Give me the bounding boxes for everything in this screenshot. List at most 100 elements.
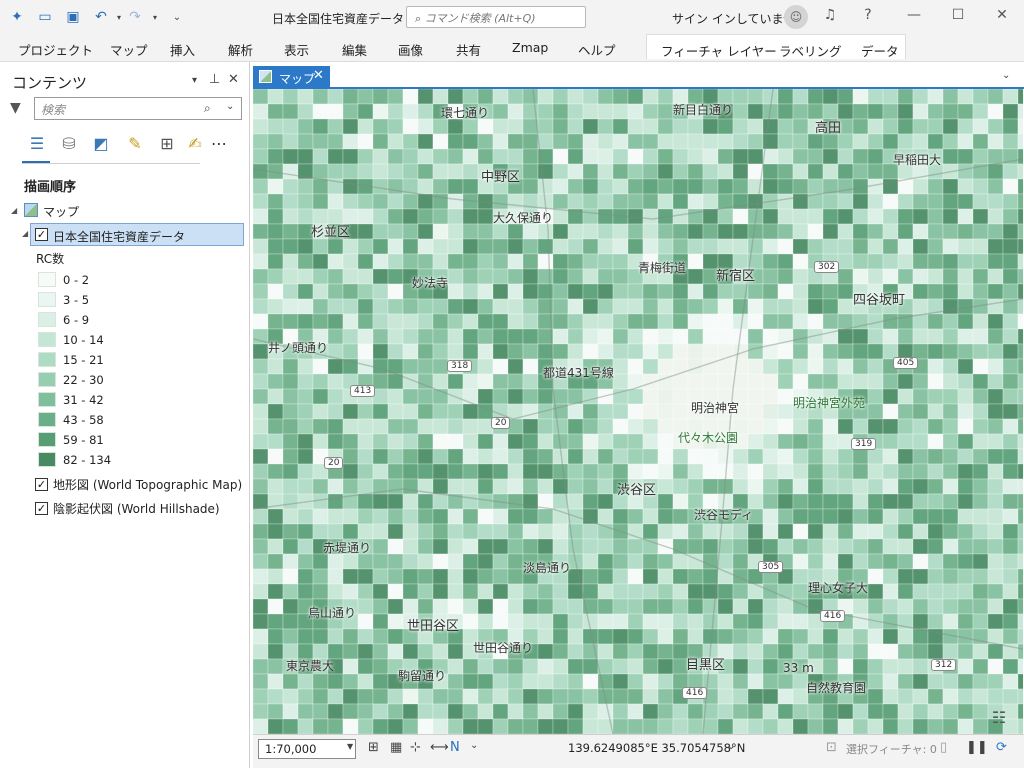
list-by-editing-icon[interactable]: ✎	[124, 132, 146, 154]
search-icon[interactable]: ⌕	[204, 101, 211, 116]
grid-cell	[253, 538, 269, 555]
tab-share[interactable]: 共有	[456, 40, 481, 59]
search-options-chevron-icon[interactable]: ⌄	[226, 101, 234, 112]
legend-swatch	[38, 272, 56, 287]
grid-cell	[567, 658, 584, 675]
chevron-down-icon[interactable]: ⌄	[470, 740, 478, 751]
window-title: 日本全国住宅資産データ	[272, 12, 405, 26]
tab-analysis[interactable]: 解析	[228, 40, 253, 59]
chevron-down-icon[interactable]: ▼	[347, 742, 353, 751]
grid-cell	[927, 328, 944, 345]
snapping-icon[interactable]: ⊹	[410, 740, 421, 755]
grid-cell	[927, 673, 944, 690]
basemap-topographic-label[interactable]: 地形図 (World Topographic Map)	[53, 476, 242, 493]
contents-search-input[interactable]: 検索	[34, 97, 242, 120]
minimize-icon[interactable]: —	[904, 7, 924, 23]
tab-feature-layer[interactable]: フィーチャ レイヤー	[661, 41, 777, 60]
grid-cell	[882, 613, 899, 630]
grid-cell	[912, 508, 929, 525]
map-node-label[interactable]: マップ	[43, 203, 79, 220]
map-canvas[interactable]: 中野区 杉並区 新宿区 四谷坂町 高田 渋谷区 世田谷区 目黒区 妙法寺 明治神宮 明治神宮外苑 代々…	[253, 89, 1023, 734]
grid-cell	[417, 688, 434, 705]
north-arrow-icon[interactable]: N	[450, 740, 460, 755]
grid-cell	[762, 313, 779, 330]
tab-view[interactable]: 表示	[284, 40, 309, 59]
tab-project[interactable]: プロジェクト	[18, 40, 93, 59]
list-by-data-source-icon[interactable]: ⛁	[58, 132, 80, 154]
grid-cell	[1017, 268, 1023, 285]
list-by-drawing-order-icon[interactable]: ☰	[26, 132, 48, 154]
topographic-checkbox[interactable]: ✓	[35, 478, 48, 491]
more-options-icon[interactable]: ⋯	[208, 132, 230, 154]
grid-cell	[402, 643, 419, 660]
filter-icon[interactable]: ▼	[10, 100, 21, 116]
grid-cell	[402, 403, 419, 420]
tab-zmap[interactable]: Zmap	[512, 40, 548, 55]
measure-icon[interactable]: ⟷	[430, 740, 449, 755]
layer-visibility-checkbox[interactable]: ✓	[35, 228, 48, 241]
customize-quick-access-icon[interactable]: ⌄	[168, 8, 186, 26]
grid-cell	[687, 298, 704, 315]
grid-cell	[537, 178, 554, 195]
map-legend-icon[interactable]: ☷	[988, 708, 1010, 730]
grid-icon[interactable]: ▦	[390, 740, 402, 755]
expand-map-icon[interactable]: ◢	[11, 206, 17, 215]
open-folder-icon[interactable]: ▭	[36, 8, 54, 26]
tab-map[interactable]: マップ	[110, 40, 148, 59]
new-project-icon[interactable]: ✦	[8, 8, 26, 26]
road-shield: 413	[350, 385, 376, 397]
grid-cell	[927, 523, 944, 540]
list-by-labeling-icon[interactable]: ✍	[184, 132, 206, 154]
tab-labeling[interactable]: ラベリング	[779, 41, 842, 60]
list-by-selection-icon[interactable]: ◩	[90, 132, 112, 154]
grid-cell	[627, 718, 644, 734]
command-search-input[interactable]: ⌕ コマンド検索 (Alt+Q)	[406, 6, 586, 28]
grid-cell	[867, 718, 884, 734]
grid-cell	[447, 268, 464, 285]
redo-icon[interactable]: ↷	[126, 8, 144, 26]
grid-cell	[492, 343, 509, 360]
fixed-zoom-icon[interactable]: ⊞	[368, 740, 379, 755]
list-by-snapping-icon[interactable]: ⊞	[156, 132, 178, 154]
coordinate-format-chevron-icon[interactable]: ⌄	[727, 741, 735, 752]
tab-help[interactable]: ヘルプ	[578, 40, 616, 59]
grid-cell	[792, 208, 809, 225]
grid-cell	[852, 163, 869, 180]
maximize-icon[interactable]: ☐	[948, 7, 968, 23]
close-icon[interactable]: ✕	[313, 68, 324, 83]
pin-icon[interactable]: ⊥	[209, 72, 220, 87]
grid-cell	[372, 568, 389, 585]
tab-map-view[interactable]: マップ ✕	[253, 66, 330, 87]
close-icon[interactable]: ✕	[992, 7, 1012, 23]
pause-drawing-icon[interactable]: ❚❚	[966, 740, 988, 755]
pane-close-icon[interactable]: ✕	[228, 72, 239, 87]
pane-options-icon[interactable]: ▾	[192, 75, 197, 86]
undo-icon[interactable]: ↶	[92, 8, 110, 26]
notification-bell-icon[interactable]: ♫	[820, 7, 840, 23]
refresh-selection-icon[interactable]: ▯	[940, 740, 947, 755]
grid-cell	[327, 163, 344, 180]
scale-select[interactable]: 1:70,000	[258, 739, 356, 759]
save-icon[interactable]: ▣	[64, 8, 82, 26]
tab-imagery[interactable]: 画像	[398, 40, 423, 59]
grid-cell	[417, 643, 434, 660]
chevron-down-icon[interactable]: ⌄	[1002, 70, 1010, 81]
grid-cell	[297, 478, 314, 495]
refresh-icon[interactable]: ⟳	[996, 740, 1007, 755]
help-icon[interactable]: ?	[858, 7, 878, 23]
expand-layer-icon[interactable]: ◢	[22, 229, 28, 238]
grid-cell	[717, 598, 734, 615]
grid-cell	[777, 403, 794, 420]
avatar[interactable]: ☺	[784, 5, 808, 29]
grid-cell	[1017, 358, 1023, 375]
layer-label[interactable]: 日本全国住宅資産データ	[53, 228, 185, 245]
tab-data[interactable]: データ	[861, 41, 899, 60]
tab-edit[interactable]: 編集	[342, 40, 367, 59]
grid-cell	[792, 253, 809, 270]
redo-dropdown-icon[interactable]: ▾	[146, 8, 164, 26]
hillshade-checkbox[interactable]: ✓	[35, 502, 48, 515]
tab-insert[interactable]: 挿入	[170, 40, 195, 59]
grid-cell	[627, 313, 644, 330]
grid-cell	[447, 673, 464, 690]
basemap-hillshade-label[interactable]: 陰影起伏図 (World Hillshade)	[53, 500, 220, 517]
